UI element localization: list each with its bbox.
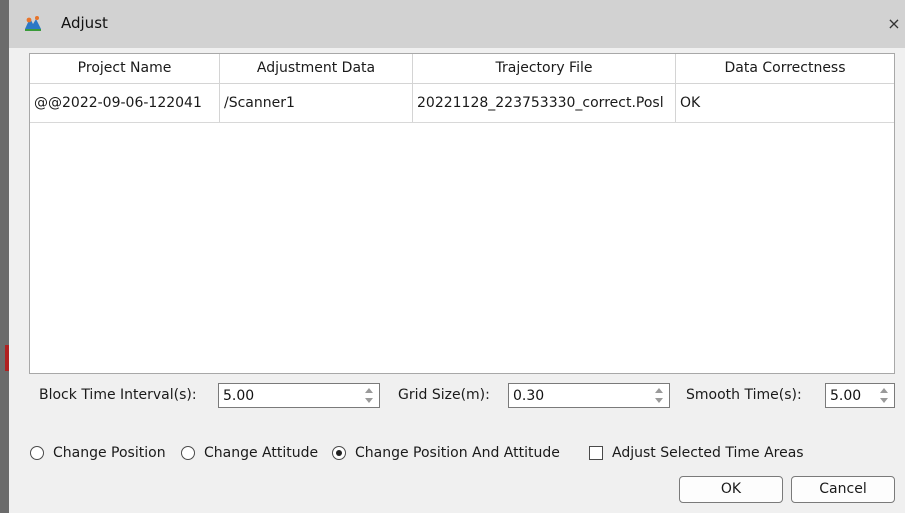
label-change-attitude[interactable]: Change Attitude: [204, 445, 318, 461]
smooth-time-spinbox[interactable]: [825, 383, 895, 408]
table-header: Project Name Adjustment Data Trajectory …: [30, 54, 894, 84]
adjust-dialog: Adjust × Project Name Adjustment Data Tr…: [9, 0, 905, 513]
window-title: Adjust: [61, 14, 108, 32]
column-header-trajectory-file[interactable]: Trajectory File: [413, 54, 676, 83]
smooth-time-label: Smooth Time(s):: [686, 387, 802, 403]
column-header-adjustment-data[interactable]: Adjustment Data: [220, 54, 413, 83]
block-time-input[interactable]: [219, 384, 361, 407]
close-icon[interactable]: ×: [883, 12, 905, 36]
background-window-edge: [0, 0, 9, 513]
radio-change-attitude[interactable]: [181, 446, 195, 460]
grid-size-label: Grid Size(m):: [398, 387, 490, 403]
label-change-position[interactable]: Change Position: [53, 445, 166, 461]
column-header-data-correctness[interactable]: Data Correctness: [676, 54, 894, 83]
app-logo-icon: [23, 14, 43, 34]
cancel-button[interactable]: Cancel: [791, 476, 895, 503]
cell-adjustment-data: /Scanner1: [220, 84, 413, 122]
checkbox-adjust-selected-time-areas[interactable]: [589, 446, 603, 460]
options-row: Change Position Change Attitude Change P…: [9, 443, 905, 465]
column-header-project-name[interactable]: Project Name: [30, 54, 220, 83]
radio-change-position[interactable]: [30, 446, 44, 460]
adjust-table: Project Name Adjustment Data Trajectory …: [29, 53, 895, 374]
cell-trajectory-file: 20221128_223753330_correct.Posl: [413, 84, 676, 122]
spin-arrows-icon[interactable]: [878, 386, 890, 405]
block-time-label: Block Time Interval(s):: [39, 387, 197, 403]
title-bar: Adjust ×: [9, 0, 905, 48]
table-row[interactable]: @@2022-09-06-122041 /Scanner1 20221128_2…: [30, 84, 894, 123]
spin-arrows-icon[interactable]: [653, 386, 665, 405]
label-adjust-selected-time-areas[interactable]: Adjust Selected Time Areas: [612, 445, 804, 461]
cell-data-correctness: OK: [680, 95, 701, 111]
parameter-row: Block Time Interval(s): Grid Size(m): Sm…: [9, 383, 905, 409]
radio-change-position-and-attitude[interactable]: [332, 446, 346, 460]
grid-size-input[interactable]: [509, 384, 651, 407]
grid-size-spinbox[interactable]: [508, 383, 670, 408]
cell-project-name: @@2022-09-06-122041: [30, 84, 220, 122]
label-change-position-and-attitude[interactable]: Change Position And Attitude: [355, 445, 560, 461]
ok-button[interactable]: OK: [679, 476, 783, 503]
spin-arrows-icon[interactable]: [363, 386, 375, 405]
smooth-time-input[interactable]: [826, 384, 876, 407]
block-time-spinbox[interactable]: [218, 383, 380, 408]
